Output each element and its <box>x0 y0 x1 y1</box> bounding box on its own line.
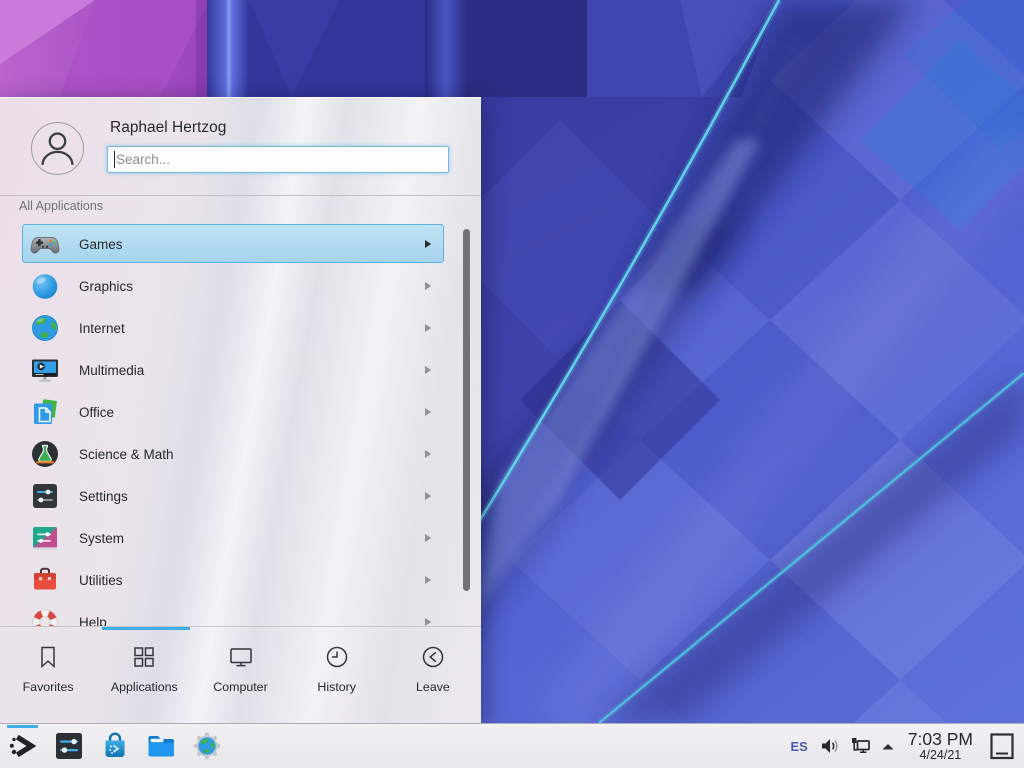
category-label: Help <box>79 615 107 627</box>
category-label: Internet <box>79 321 125 336</box>
category-row-office[interactable]: Office <box>0 391 481 433</box>
applications-grid-icon <box>131 643 157 671</box>
science-math-icon <box>29 438 61 470</box>
file-manager-icon <box>145 730 177 762</box>
submenu-arrow-icon <box>423 323 433 333</box>
submenu-arrow-icon <box>423 407 433 417</box>
user-avatar[interactable] <box>31 122 84 175</box>
system-icon <box>29 522 61 554</box>
discover-button[interactable] <box>99 730 131 762</box>
tab-label: Favorites <box>23 680 74 694</box>
file-manager-button[interactable] <box>145 730 177 762</box>
category-row-games[interactable]: Games <box>0 223 481 265</box>
category-label: Games <box>79 237 123 252</box>
submenu-arrow-icon <box>423 533 433 543</box>
application-launcher-button[interactable] <box>7 730 39 762</box>
system-tray: ES 7:03 PM 4/24/21 <box>788 726 1024 767</box>
network-icon[interactable] <box>849 736 872 756</box>
multimedia-icon <box>29 354 61 386</box>
category-row-system[interactable]: System <box>0 517 481 559</box>
system-settings-icon <box>53 730 85 762</box>
tab-favorites[interactable]: Favorites <box>0 630 96 724</box>
submenu-arrow-icon <box>423 575 433 585</box>
submenu-arrow-icon <box>423 617 433 626</box>
category-label: Utilities <box>79 573 123 588</box>
show-desktop-icon <box>989 732 1015 761</box>
internet-icon <box>29 312 61 344</box>
tab-applications[interactable]: Applications <box>96 630 192 724</box>
settings-icon <box>29 480 61 512</box>
tabbar-separator <box>0 626 481 627</box>
launcher-tab-bar: Favorites Applications Computer History <box>0 630 481 724</box>
system-settings-button[interactable] <box>53 730 85 762</box>
category-label: System <box>79 531 124 546</box>
taskbar-panel: ES 7:03 PM 4/24/21 <box>0 723 1024 768</box>
web-browser-button[interactable] <box>191 730 223 762</box>
show-desktop-button[interactable] <box>986 726 1018 767</box>
utilities-icon <box>29 564 61 596</box>
discover-icon <box>99 730 131 762</box>
launcher-active-indicator <box>7 725 38 728</box>
clock-time: 7:03 PM <box>908 730 973 749</box>
category-row-internet[interactable]: Internet <box>0 307 481 349</box>
category-row-settings[interactable]: Settings <box>0 475 481 517</box>
category-row-science-math[interactable]: Science & Math <box>0 433 481 475</box>
tab-label: Computer <box>213 680 267 694</box>
category-row-utilities[interactable]: Utilities <box>0 559 481 601</box>
category-label: Science & Math <box>79 447 174 462</box>
computer-monitor-icon <box>228 643 254 671</box>
volume-icon[interactable] <box>819 736 840 756</box>
search-input[interactable] <box>107 146 449 173</box>
application-launcher-icon <box>7 730 39 762</box>
tab-label: Leave <box>416 680 450 694</box>
category-list: Games Graphics <box>0 221 481 626</box>
tab-history[interactable]: History <box>289 630 385 724</box>
list-scrollbar[interactable] <box>463 229 470 591</box>
application-launcher-menu: Raphael Hertzog All Applications Games <box>0 97 481 723</box>
category-label: Multimedia <box>79 363 144 378</box>
category-label: Graphics <box>79 279 133 294</box>
games-icon <box>29 228 61 260</box>
tab-leave[interactable]: Leave <box>385 630 481 724</box>
category-row-graphics[interactable]: Graphics <box>0 265 481 307</box>
desktop: Raphael Hertzog All Applications Games <box>0 0 1024 768</box>
category-row-multimedia[interactable]: Multimedia <box>0 349 481 391</box>
category-label: Settings <box>79 489 128 504</box>
web-browser-globe-gear-icon <box>191 730 223 762</box>
submenu-arrow-icon <box>423 491 433 501</box>
leave-icon <box>420 643 446 671</box>
tab-label: History <box>317 680 356 694</box>
category-row-help[interactable]: Help <box>0 601 481 626</box>
expand-tray-icon[interactable] <box>881 742 895 751</box>
pinned-apps <box>7 730 223 762</box>
clock-date: 4/24/21 <box>908 749 973 762</box>
keyboard-layout-indicator[interactable]: ES <box>788 739 809 754</box>
submenu-arrow-icon <box>423 449 433 459</box>
digital-clock[interactable]: 7:03 PM 4/24/21 <box>904 730 977 762</box>
tab-computer[interactable]: Computer <box>192 630 288 724</box>
office-icon <box>29 396 61 428</box>
category-label: Office <box>79 405 114 420</box>
header-separator <box>0 195 481 196</box>
submenu-arrow-icon <box>423 365 433 375</box>
favorites-bookmark-icon <box>35 643 61 671</box>
section-label: All Applications <box>19 199 103 213</box>
tab-label: Applications <box>111 680 178 694</box>
text-caret <box>114 151 115 168</box>
submenu-arrow-icon <box>423 239 433 249</box>
user-name: Raphael Hertzog <box>110 119 226 137</box>
help-icon <box>29 606 61 626</box>
history-clock-icon <box>324 643 350 671</box>
submenu-arrow-icon <box>423 281 433 291</box>
search-field-wrap <box>107 146 449 173</box>
graphics-icon <box>29 270 61 302</box>
